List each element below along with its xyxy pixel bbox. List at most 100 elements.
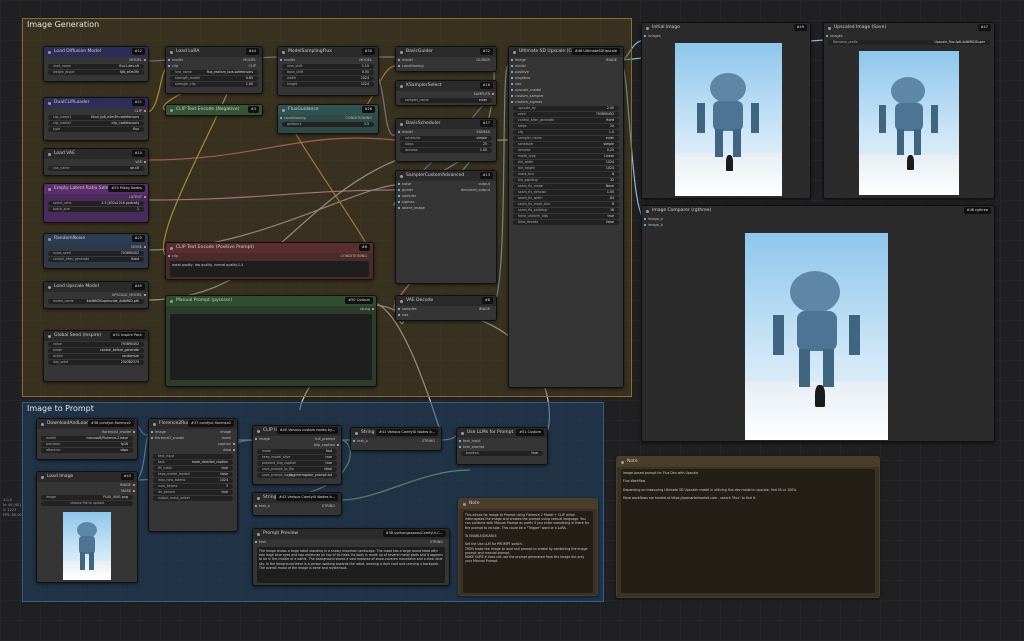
node-empty-latent-ratio[interactable]: Empty Latent Ratio Select SDXL (Mikey) #5…: [43, 183, 149, 223]
widget-weight-dtype[interactable]: weight_dtype fp8_e4m3fn: [48, 70, 144, 75]
widget-steps[interactable]: steps 25: [400, 142, 492, 147]
widget-control-after-generate[interactable]: control_after_generate fixed: [513, 118, 619, 123]
node-load-vae[interactable]: Load VAE #10 VAE vae_name ae.sft: [43, 148, 149, 176]
output-upscale-model[interactable]: UPSCALE_MODEL: [44, 292, 148, 298]
input-latent-image[interactable]: latent_image: [396, 205, 496, 211]
output-latent[interactable]: LATENT: [44, 194, 148, 200]
widget-seam-fix-denoise[interactable]: seam_fix_denoise 1.00: [513, 190, 619, 195]
input-images[interactable]: images: [642, 33, 810, 39]
node-image-comparer[interactable]: Image Comparer (rgthree) #48 rgthree imag…: [641, 205, 995, 442]
node-random-noise[interactable]: RandomNoise #25 NOISE noise_seed 793890452…: [43, 233, 149, 269]
node-ksampler-select[interactable]: KSamplerSelect #16 SAMPLER sampler_name eu…: [395, 80, 497, 106]
output-clip[interactable]: CLIP: [44, 108, 148, 114]
widget-mask-blur[interactable]: mask_blur 8: [513, 172, 619, 177]
input-text-a[interactable]: text_a STRING: [351, 438, 441, 444]
widget-filename-prefix[interactable]: filename_prefix Upscale_flux-fp8-4xNMKDSu…: [828, 40, 990, 45]
widget-action[interactable]: action randomize: [48, 354, 144, 359]
node-upscaled-image[interactable]: Upscaled Image (Save) #47 images filename…: [823, 22, 995, 199]
widget-guidance[interactable]: guidance 3.5: [282, 122, 374, 127]
node-basic-scheduler[interactable]: BasicScheduler #17 model SIGMAS scheduler s…: [395, 118, 497, 162]
widget-save-prompt-to-file[interactable]: save_prompt_to_file false: [257, 467, 337, 472]
widget-clip-name2[interactable]: clip_name2 clip_l.safetensors: [48, 121, 144, 126]
node-ultimate-sd-upscale[interactable]: Ultimate SD Upscale (Custom Sample) #46 U…: [508, 46, 624, 388]
widget-keep-model-loaded[interactable]: keep_model_loaded false: [153, 472, 233, 477]
widget-sampler-name[interactable]: sampler_name euler: [513, 136, 619, 141]
node-vae-decode[interactable]: VAE Decode #8 samples IMAGE vae: [395, 295, 497, 321]
widget-tile-height[interactable]: tile_height 1024: [513, 166, 619, 171]
output-noise[interactable]: NOISE: [44, 244, 148, 250]
widget-sampler-name[interactable]: sampler_name euler: [400, 98, 492, 103]
widget-text-input[interactable]: text_input: [153, 454, 233, 459]
widget-base-shift[interactable]: base_shift 0.50: [282, 70, 374, 75]
output-vae[interactable]: VAE: [44, 159, 148, 165]
widget-noise-seed[interactable]: noise_seed 793890452: [48, 251, 144, 256]
widget-last-seed[interactable]: last_seed 230382379: [48, 360, 144, 365]
widget-model-name[interactable]: model_name 4xNMKDSuperscale_4xNMKD.pth: [48, 299, 144, 304]
widget-prepend-blip-caption[interactable]: prepend_blip_caption true: [257, 461, 337, 466]
widget-type[interactable]: type flux: [48, 127, 144, 132]
widget-mode-type[interactable]: mode_type Linear: [513, 154, 619, 159]
widget-unet-name[interactable]: unet_name flux1-dev.sft: [48, 64, 144, 69]
node-prompt-preview[interactable]: Prompt Preview #38 pythongosssss/ComfyUI-…: [252, 528, 450, 586]
node-download-load-florence2[interactable]: DownloadAndLoadFlorence2Model #38 comfyui…: [36, 418, 138, 460]
widget-value[interactable]: value 793890452: [48, 342, 144, 347]
widget-save-prompt-to-png[interactable]: save_prompt_to_png clip_interrogator_prom…: [257, 473, 337, 478]
node-dual-clip-loader[interactable]: DualCLIPLoader #11 CLIP clip_name1 t5xxl_f…: [43, 97, 149, 141]
node-string-concatenate-2[interactable]: String Concatenate#42 Various ComfyUI No…: [252, 492, 342, 516]
note-text[interactable]: This allows for Image to Prompt using Fl…: [463, 511, 593, 593]
input-conditioning[interactable]: conditioning CONDITIONING: [278, 115, 378, 121]
output-mask[interactable]: MASK: [37, 488, 137, 494]
widget-lora-name[interactable]: lora_name flux_realism_lora.safetensors: [170, 70, 258, 75]
widget-scheduler[interactable]: scheduler simple: [513, 142, 619, 147]
widget-steps[interactable]: steps 20: [513, 124, 619, 129]
toggle-boolean[interactable]: boolean true: [461, 451, 543, 456]
widget-attention[interactable]: attention sdpa: [41, 448, 133, 453]
widget-select-ratio[interactable]: select_ratio 2:3 [832x1216 portrait]: [48, 201, 144, 206]
input-image-b[interactable]: image_b: [642, 222, 994, 228]
output-florence2-model[interactable]: florence2_model: [37, 429, 137, 435]
node-graph-canvas[interactable]: Image Generation Image to Prompt Load Di…: [0, 0, 1024, 641]
node-florence2-run[interactable]: Florence2Run #37 comfyui-florence2 image i…: [148, 418, 238, 532]
widget-output-mask-select[interactable]: output_mask_select: [153, 496, 233, 501]
node-sampler-custom-advanced[interactable]: SamplerCustomAdvanced #13 noise output gui…: [395, 170, 497, 284]
node-clip-interrogator[interactable]: CLIP Interrogator#40 Various custom node…: [252, 425, 342, 485]
node-load-image[interactable]: Load Image #43 IMAGE MASK image FLUX_0001.…: [36, 471, 138, 583]
widget-precision[interactable]: precision fp16: [41, 442, 133, 447]
node-clip-text-encode-positive[interactable]: CLIP Text Encode (Positive Prompt) #6 cli…: [165, 242, 374, 280]
output-data[interactable]: data: [149, 447, 237, 453]
widget-seed[interactable]: seed 793890452: [513, 112, 619, 117]
input-text-a[interactable]: text_a STRING: [253, 503, 341, 509]
input-model[interactable]: model MODEL: [278, 57, 378, 63]
node-note-bottom[interactable]: Note This allows for Image to Prompt usi…: [458, 498, 598, 596]
widget-height[interactable]: height 1024: [282, 82, 374, 87]
widget-num-beams[interactable]: num_beams 3: [153, 484, 233, 489]
widget-mode[interactable]: mode fast: [257, 449, 337, 454]
widget-max-new-tokens[interactable]: max_new_tokens 1024: [153, 478, 233, 483]
widget-width[interactable]: width 1024: [282, 76, 374, 81]
input-text[interactable]: text STRING: [253, 539, 449, 545]
node-load-diffusion-model[interactable]: Load Diffusion Model #12 MODEL unet_name f…: [43, 46, 149, 82]
output-sampler[interactable]: SAMPLER: [396, 91, 496, 97]
manual-prompt-textarea[interactable]: [170, 314, 372, 380]
widget-max-shift[interactable]: max_shift 1.15: [282, 64, 374, 69]
node-model-sampling-flux[interactable]: ModelSamplingFlux #30 model MODEL max_shif…: [277, 46, 379, 96]
widget-tile-padding[interactable]: tile_padding 32: [513, 178, 619, 183]
node-basic-guider[interactable]: BasicGuider #22 model GUIDER conditioning: [395, 46, 497, 72]
widget-seam-fix-width[interactable]: seam_fix_width 64: [513, 196, 619, 201]
widget-image[interactable]: image FLUX_0001.png: [41, 495, 133, 500]
widget-strength-clip[interactable]: strength_clip 1.00: [170, 82, 258, 87]
input-model[interactable]: model SIGMAS: [396, 129, 496, 135]
output-blip-caption[interactable]: blip_caption: [253, 442, 341, 448]
node-load-upscale-model[interactable]: Load Upscale Model #45 UPSCALE_MODEL mode…: [43, 281, 149, 309]
input-images[interactable]: images: [824, 33, 994, 39]
widget-vae-name[interactable]: vae_name ae.sft: [48, 166, 144, 171]
widget-mode[interactable]: mode control_before_generate: [48, 348, 144, 353]
widget-tiled-decode[interactable]: tiled_decode false: [513, 220, 619, 225]
note-text[interactable]: Image-based prompt for Flux Dev with Ups…: [621, 469, 875, 593]
input-vae[interactable]: vae: [396, 312, 496, 318]
node-note-top[interactable]: Note Image-based prompt for Flux Dev wit…: [616, 456, 880, 598]
upload-button[interactable]: choose file to upload: [41, 501, 133, 506]
node-manual-prompt[interactable]: Manual Prompt (pysssss) #50 Custom string: [165, 295, 377, 387]
input-clip[interactable]: clip CONDITIONING: [166, 253, 373, 259]
widget-fill-mask[interactable]: fill_mask true: [153, 466, 233, 471]
